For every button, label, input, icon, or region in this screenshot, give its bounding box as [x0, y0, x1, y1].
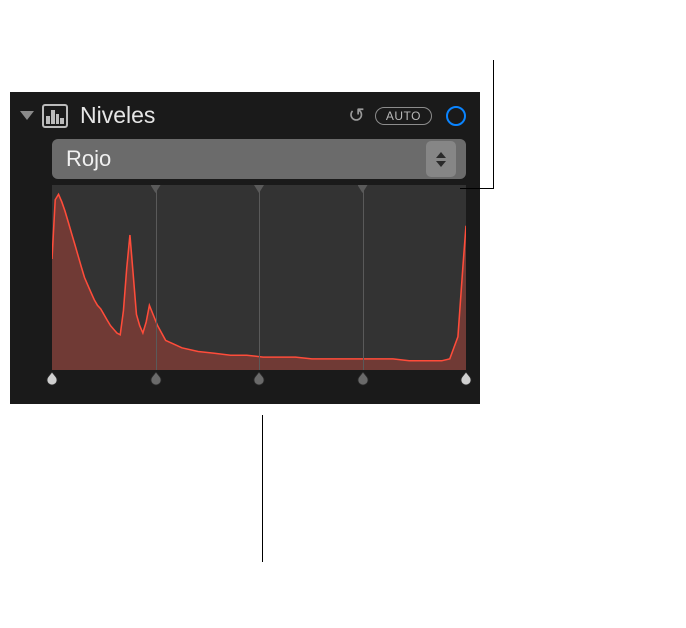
levels-panel: Niveles ↺ AUTO Rojo	[10, 92, 480, 404]
levels-handle[interactable]	[150, 372, 162, 384]
histogram[interactable]	[52, 185, 466, 370]
gridline	[363, 185, 364, 370]
channel-select-value: Rojo	[66, 146, 426, 172]
gridline	[156, 185, 157, 370]
disclosure-triangle-icon[interactable]	[20, 111, 34, 120]
channel-select-row: Rojo	[10, 139, 480, 185]
levels-handle[interactable]	[46, 372, 58, 384]
levels-icon	[42, 104, 68, 128]
callout-line	[493, 60, 494, 188]
channel-select[interactable]: Rojo	[52, 139, 466, 179]
histogram-area	[10, 185, 480, 404]
gridline	[259, 185, 260, 370]
callout-line	[460, 188, 494, 189]
active-toggle-icon[interactable]	[446, 106, 466, 126]
levels-handle[interactable]	[460, 372, 472, 384]
panel-title: Niveles	[80, 102, 340, 129]
panel-header: Niveles ↺ AUTO	[10, 92, 480, 139]
chevron-down-icon	[436, 161, 446, 167]
callout-line	[262, 415, 263, 562]
auto-button[interactable]: AUTO	[375, 107, 432, 125]
reset-icon[interactable]: ↺	[348, 103, 365, 128]
levels-handle[interactable]	[253, 372, 265, 384]
channel-stepper-icon[interactable]	[426, 141, 456, 177]
chevron-up-icon	[436, 152, 446, 158]
levels-handle[interactable]	[357, 372, 369, 384]
bottom-handles-track	[52, 372, 466, 386]
